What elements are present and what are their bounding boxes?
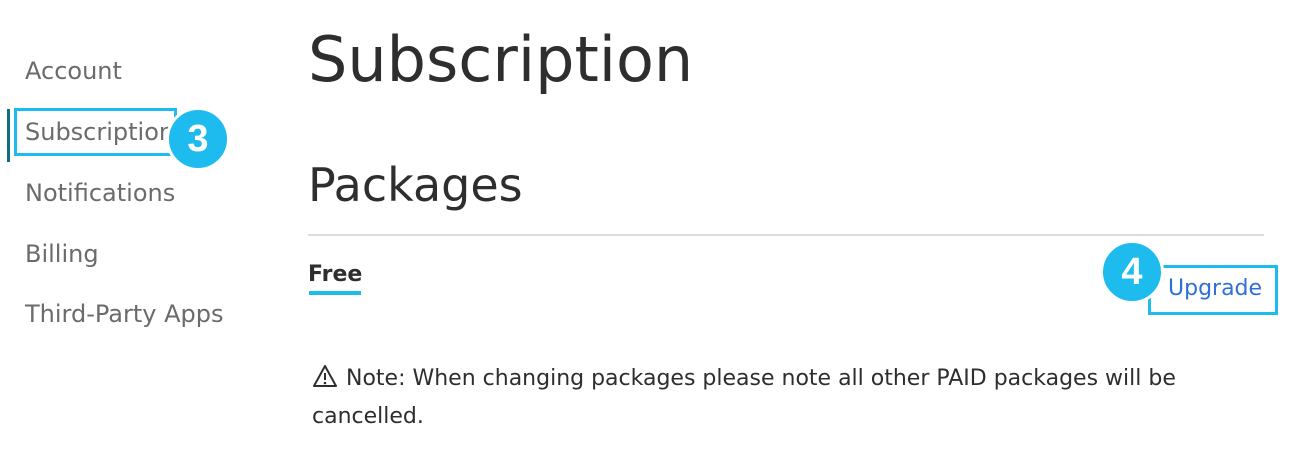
settings-sidebar: Account Subscription Notifications Billi… xyxy=(0,0,260,454)
step-3-badge: 3 xyxy=(166,107,230,171)
package-change-note: Note: When changing packages please note… xyxy=(312,360,1232,436)
subscription-highlight-box xyxy=(14,108,177,156)
package-highlight-underline xyxy=(309,291,361,295)
active-item-indicator xyxy=(7,109,10,162)
sidebar-item-billing[interactable]: Billing xyxy=(25,238,99,270)
section-title-packages: Packages xyxy=(308,158,523,212)
step-4-badge: 4 xyxy=(1100,240,1164,304)
sidebar-item-notifications[interactable]: Notifications xyxy=(25,177,175,209)
sidebar-item-third-party-apps[interactable]: Third-Party Apps xyxy=(25,298,223,330)
note-text: Note: When changing packages please note… xyxy=(312,366,1176,429)
section-divider xyxy=(308,234,1264,236)
current-package-name: Free xyxy=(308,262,363,287)
upgrade-link[interactable]: Upgrade xyxy=(1168,274,1262,304)
page-title: Subscription xyxy=(308,23,694,96)
sidebar-item-account[interactable]: Account xyxy=(25,55,122,87)
warning-triangle-icon xyxy=(312,363,338,387)
